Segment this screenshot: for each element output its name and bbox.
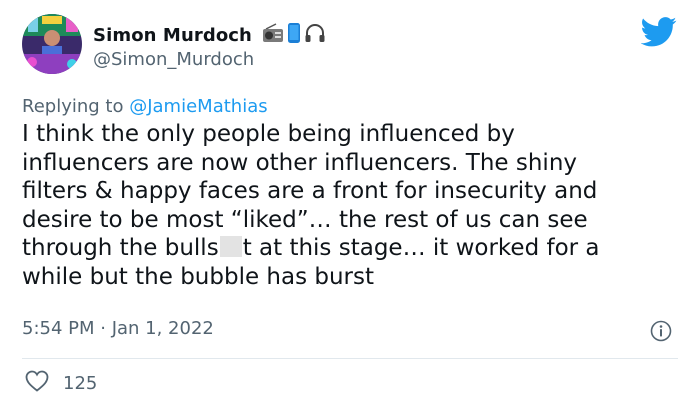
tweet-text: I think the only people being influenced… [22,120,682,291]
headphones-icon [304,22,326,48]
like-count: 125 [63,372,98,394]
avatar[interactable] [22,14,82,74]
like-action[interactable]: 125 [25,370,97,396]
name-emojis [262,22,326,48]
author-name-row: Simon Murdoch [93,22,326,48]
divider [22,358,678,359]
tweet-timestamp[interactable]: 5:54 PM · Jan 1, 2022 [22,318,214,339]
reply-context: Replying to @JamieMathias [22,96,268,117]
twitter-bird-icon[interactable] [640,17,677,47]
heart-icon[interactable] [25,370,49,396]
display-name[interactable]: Simon Murdoch [93,25,252,46]
reply-target-link[interactable]: @JamieMathias [129,96,267,117]
radio-icon [262,23,284,47]
reply-prefix: Replying to [22,96,124,117]
info-icon[interactable] [650,320,672,342]
censor-block [219,236,242,257]
tweet-card: Simon Murdoch @Simon_Murdoch Replying to… [0,0,700,410]
author-handle[interactable]: @Simon_Murdoch [93,49,254,70]
mobile-phone-icon [287,22,301,48]
